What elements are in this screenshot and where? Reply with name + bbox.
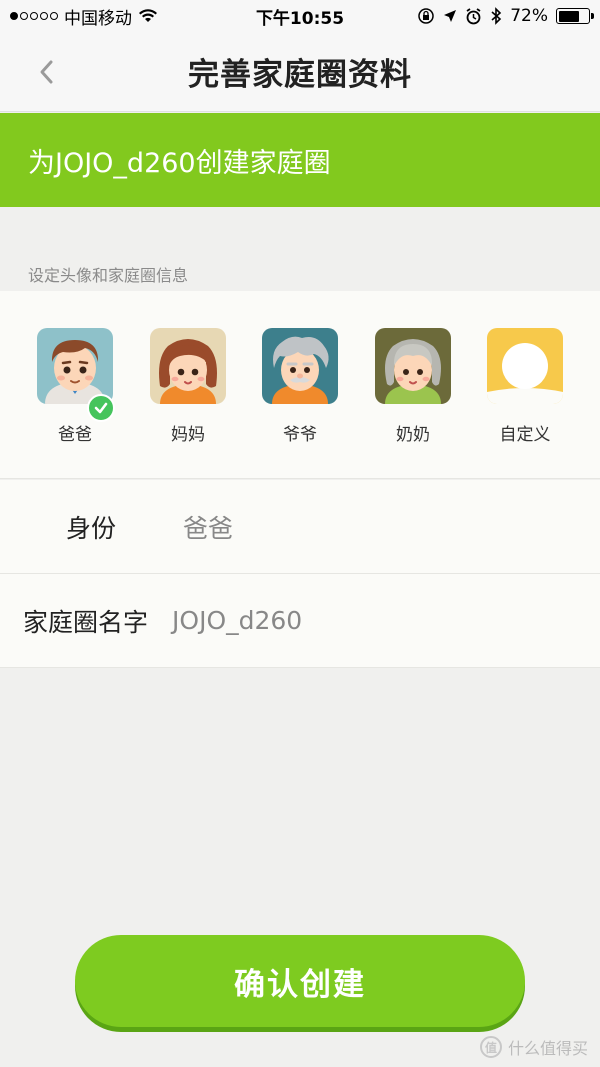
battery-percent: 72% bbox=[510, 6, 548, 26]
watermark-logo: 值 bbox=[479, 1036, 502, 1058]
status-left: 中国移动 bbox=[10, 4, 158, 29]
watermark-text: 什么值得买 bbox=[507, 1039, 588, 1058]
avatar-selector: 爸爸 妈妈 爷爷 奶奶 自定义 bbox=[0, 291, 600, 479]
back-button[interactable] bbox=[30, 56, 62, 88]
avatar-label: 自定义 bbox=[499, 425, 551, 445]
carrier-name: 中国移动 bbox=[64, 8, 132, 29]
grandma-avatar-image bbox=[375, 328, 451, 404]
avatar-label: 奶奶 bbox=[396, 425, 430, 445]
confirm-create-button[interactable]: 确认创建 bbox=[75, 935, 525, 1027]
identity-value: 爸爸 bbox=[183, 513, 234, 543]
signal-strength-icon bbox=[10, 12, 58, 20]
alarm-icon bbox=[466, 7, 481, 24]
status-right: 72% bbox=[417, 6, 594, 26]
create-family-banner: 为JOJO_d260创建家庭圈 bbox=[0, 113, 600, 207]
bluetooth-icon bbox=[491, 7, 502, 25]
chevron-left-icon bbox=[40, 60, 53, 84]
selected-check-icon bbox=[87, 394, 115, 422]
battery-fill bbox=[558, 10, 580, 22]
section-label: 设定头像和家庭圈信息 bbox=[28, 266, 189, 285]
page-title: 完善家庭圈资料 bbox=[188, 57, 412, 93]
mom-avatar-image bbox=[150, 328, 226, 404]
grandpa-avatar-image bbox=[262, 328, 338, 404]
wifi-icon bbox=[139, 9, 157, 22]
avatar-option-grandma[interactable]: 奶奶 bbox=[375, 328, 451, 445]
watermark: 值 什么值得买 bbox=[479, 1035, 588, 1059]
avatar-option-grandpa[interactable]: 爷爷 bbox=[262, 328, 338, 445]
family-name-input[interactable]: JOJO_d260 bbox=[172, 606, 302, 635]
battery-icon bbox=[556, 8, 594, 24]
navigation-bar: 完善家庭圈资料 bbox=[0, 32, 600, 112]
avatar-label: 爸爸 bbox=[58, 425, 92, 445]
location-arrow-icon bbox=[444, 10, 457, 22]
family-name-row: 家庭圈名字 JOJO_d260 bbox=[0, 574, 600, 668]
family-name-label: 家庭圈名字 bbox=[23, 607, 149, 637]
avatar-label: 爷爷 bbox=[283, 425, 317, 445]
identity-label: 身份 bbox=[66, 513, 117, 543]
avatar-option-mom[interactable]: 妈妈 bbox=[150, 328, 226, 445]
avatar-label: 妈妈 bbox=[171, 425, 205, 445]
custom-avatar-icon bbox=[487, 328, 563, 404]
avatar-option-custom[interactable]: 自定义 bbox=[487, 328, 563, 445]
dad-avatar-image bbox=[37, 328, 113, 404]
avatar-option-dad[interactable]: 爸爸 bbox=[37, 328, 115, 445]
status-bar: 中国移动 下午10:55 72% bbox=[0, 0, 600, 32]
identity-row[interactable]: 身份 爸爸 bbox=[0, 480, 600, 574]
rotation-lock-icon bbox=[418, 8, 434, 24]
